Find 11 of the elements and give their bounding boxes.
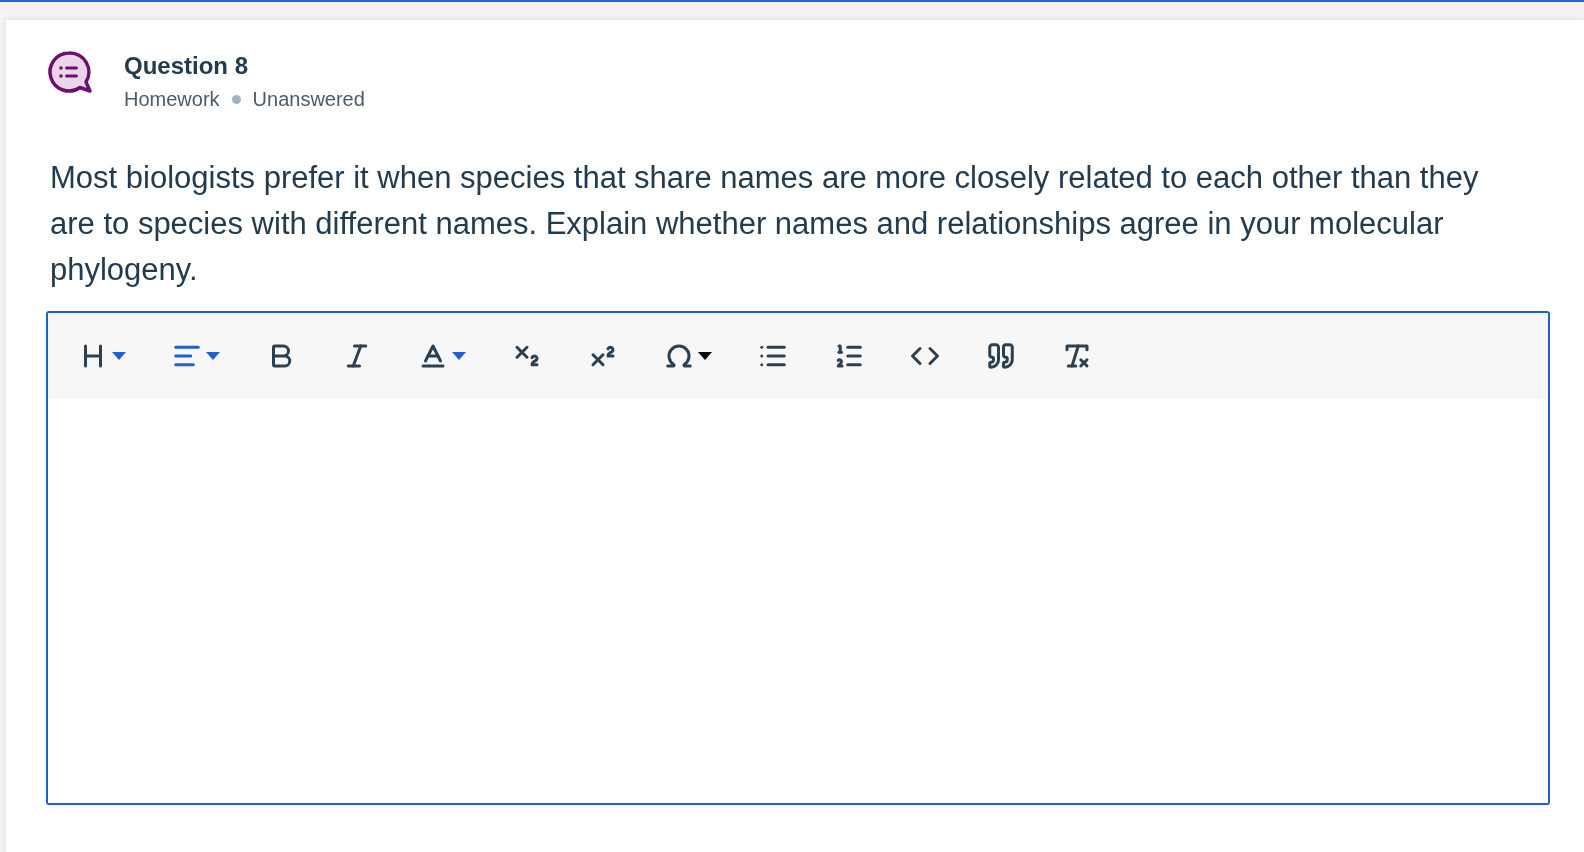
question-title: Question 8: [124, 52, 250, 80]
caret-icon: [112, 352, 126, 360]
question-meta: Homework: [124, 88, 220, 111]
separator-dot: [231, 95, 241, 104]
chat-list-icon: [46, 50, 92, 96]
quote-icon: [986, 341, 1016, 371]
caret-icon: [206, 352, 220, 360]
caret-icon: [698, 352, 712, 360]
caret-icon: [452, 352, 466, 360]
question-meta: Unanswered: [252, 88, 365, 111]
question-prompt: Most biologists prefer it when species that share names are more closely related to each other than they are to species with different names. Explain whether names and relationships agree in your molecular phylogeny.: [50, 159, 1480, 289]
